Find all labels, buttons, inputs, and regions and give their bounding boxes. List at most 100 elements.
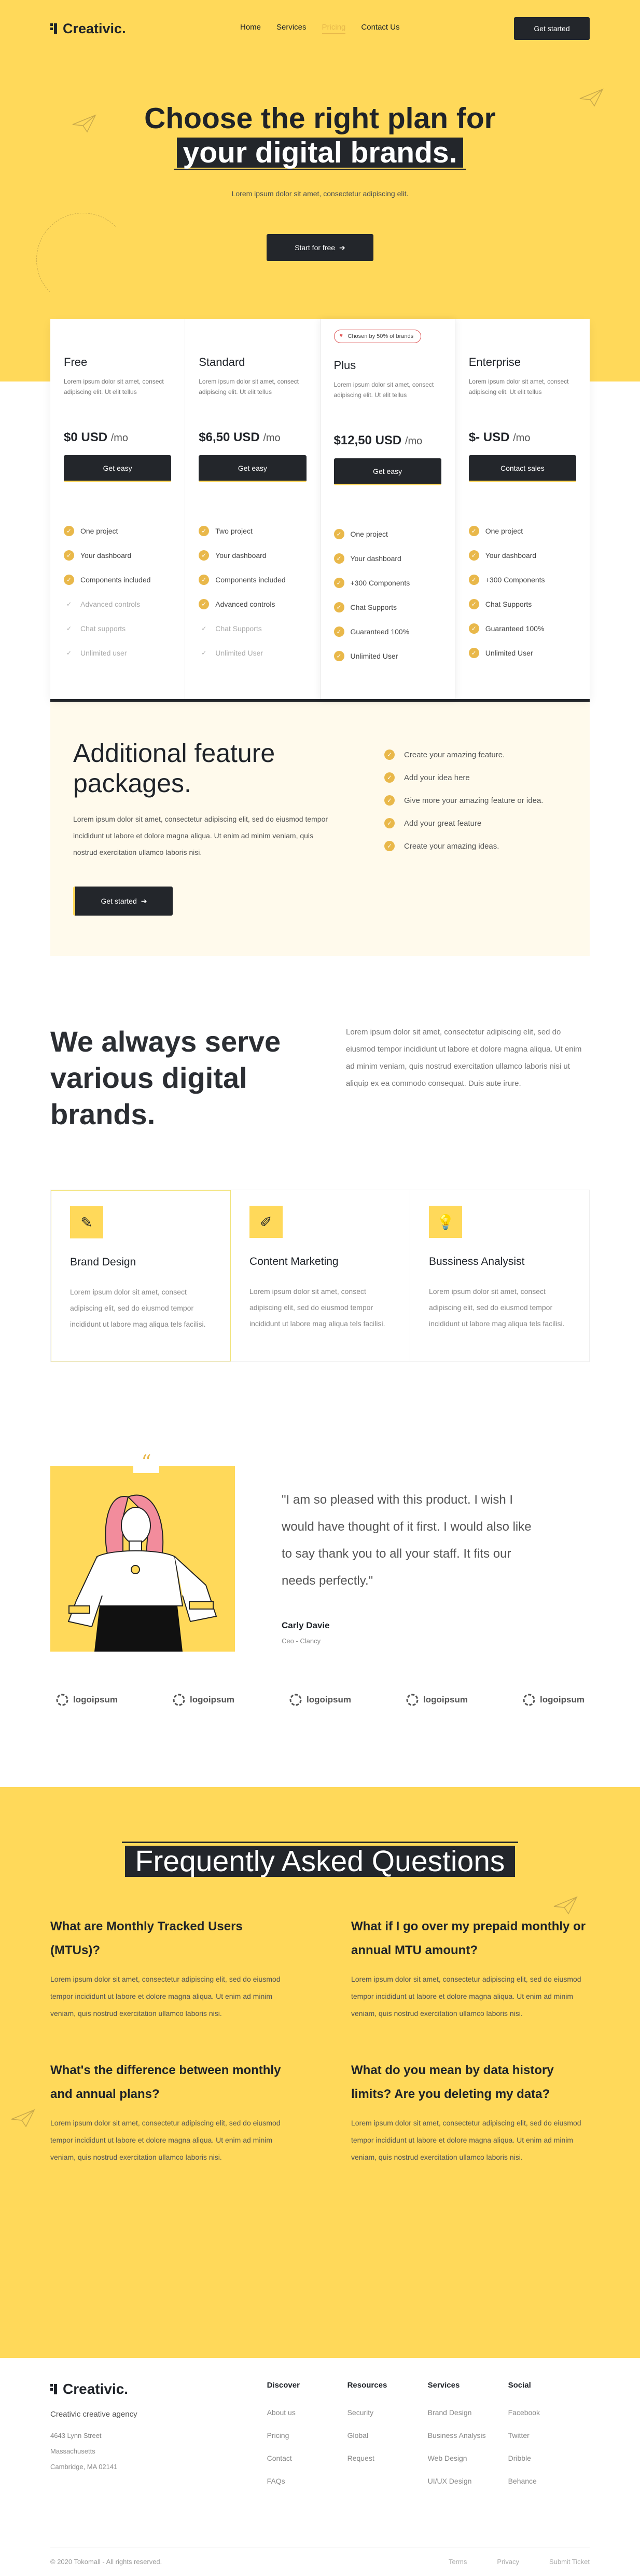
logoipsum-icon xyxy=(172,1693,186,1707)
logoipsum-icon xyxy=(55,1693,69,1707)
faq-question[interactable]: What's the difference between monthly an… xyxy=(50,2059,289,2106)
additional-feature-label: Add your idea here xyxy=(404,773,470,782)
plan-feature-label: Your dashboard xyxy=(350,554,401,563)
nav-item-pricing[interactable]: Pricing xyxy=(322,23,346,34)
plan-card: Free Lorem ipsum dolor sit amet, consect … xyxy=(50,319,186,699)
service-card[interactable]: 💡 Bussiness Analysist Lorem ipsum dolor si… xyxy=(410,1190,589,1361)
plan-cta-button[interactable]: Get easy xyxy=(199,455,307,482)
plan-price-period: /mo xyxy=(110,432,129,444)
check-icon: ✓ xyxy=(333,626,344,637)
paper-plane-icon xyxy=(72,114,96,133)
check-icon: ✓ xyxy=(468,574,479,585)
plan-feature: ✓ Two project xyxy=(199,519,306,543)
faq-question[interactable]: What do you mean by data history limits?… xyxy=(351,2059,590,2106)
plan-feature-label: Guaranteed 100% xyxy=(485,624,545,633)
logo-icon xyxy=(50,2384,60,2394)
dashed-circle-decoration xyxy=(36,213,130,306)
plan-cta-button[interactable]: Get easy xyxy=(64,455,172,482)
footer-link[interactable]: Pricing xyxy=(267,2424,347,2447)
hero-title-highlight: your digital brands. xyxy=(173,138,467,170)
footer-link[interactable]: Global xyxy=(347,2424,428,2447)
partner-logo: logoipsum xyxy=(406,1693,468,1707)
plan-feature: ✓ One project xyxy=(333,522,441,546)
plan-card: Chosen by 50% of brands Plus Lorem ipsum d… xyxy=(320,319,455,699)
faq-question[interactable]: What are Monthly Tracked Users (MTUs)? xyxy=(50,1915,289,1962)
check-icon: ✓ xyxy=(468,525,479,536)
check-icon: ✓ xyxy=(199,574,210,585)
footer-link[interactable]: Brand Design xyxy=(428,2401,508,2424)
plan-feature-list: ✓ One project ✓ Your dashboard ✓ Components i… xyxy=(64,519,171,665)
footer-link[interactable]: Business Analysis xyxy=(428,2424,508,2447)
plan-feature: ✓ Components included xyxy=(199,567,306,592)
paper-plane-icon xyxy=(579,88,604,107)
plan-feature: ✓ Chat supports xyxy=(64,616,171,640)
footer-link[interactable]: Request xyxy=(347,2447,428,2470)
additional-feature-label: Give more your amazing feature or idea. xyxy=(404,796,544,805)
plan-description: Lorem ipsum dolor sit amet, consect adip… xyxy=(468,378,569,396)
plan-feature-label: Guaranteed 100% xyxy=(350,627,410,636)
plan-feature: ✓ Your dashboard xyxy=(64,543,171,567)
terms-link[interactable]: Terms xyxy=(449,2558,467,2566)
footer-link[interactable]: Contact xyxy=(267,2447,347,2470)
nav-item-contact[interactable]: Contact Us xyxy=(361,23,399,34)
footer-link[interactable]: Security xyxy=(347,2401,428,2424)
plan-feature-label: Advanced controls xyxy=(215,599,275,608)
get-started-button[interactable]: Get started xyxy=(514,17,590,40)
plan-feature: ✓ Unlimited User xyxy=(199,640,306,665)
faq-answer: Lorem ipsum dolor sit amet, consectetur … xyxy=(351,1975,581,2018)
testimonial-section: “ "I am so pleased with this product. I … xyxy=(50,1451,590,1652)
plan-feature-label: Chat Supports xyxy=(350,603,397,611)
pen-tool-icon: ✎ xyxy=(70,1206,103,1238)
brand-logo[interactable]: Creativic. xyxy=(50,21,126,37)
nav-item-home[interactable]: Home xyxy=(240,23,261,34)
footer-link[interactable]: Facebook xyxy=(508,2401,589,2424)
plan-card: Enterprise Lorem ipsum dolor sit amet, co… xyxy=(455,319,590,699)
plan-cta-button[interactable]: Get easy xyxy=(333,458,441,485)
faq-question[interactable]: What if I go over my prepaid monthly or … xyxy=(351,1915,590,1962)
plan-feature: ✓ Unlimited User xyxy=(468,640,576,665)
additional-feature-label: Create your amazing feature. xyxy=(404,750,505,759)
footer-link[interactable]: Dribble xyxy=(508,2447,589,2470)
check-icon: ✓ xyxy=(333,577,344,588)
footer-link[interactable]: About us xyxy=(267,2401,347,2424)
additional-feature-item: ✓ Add your great feature xyxy=(384,812,543,835)
start-free-button[interactable]: Start for free ➔ xyxy=(267,234,373,261)
pricing-section: Free Lorem ipsum dolor sit amet, consect … xyxy=(0,319,640,702)
plan-feature: ✓ +300 Components xyxy=(468,567,576,592)
footer-column-title: Resources xyxy=(347,2381,387,2390)
footer-link[interactable]: Twitter xyxy=(508,2424,589,2447)
additional-get-started-button[interactable]: Get started ➔ xyxy=(73,887,173,916)
footer-column: Resources Security Global Request xyxy=(347,2381,428,2492)
service-title: Content Marketing xyxy=(249,1256,339,1267)
service-text: Lorem ipsum dolor sit amet, consect adip… xyxy=(70,1288,206,1328)
plan-price-amount: $- USD xyxy=(468,430,510,444)
check-icon: ✓ xyxy=(64,574,74,585)
footer-link[interactable]: Behance xyxy=(508,2470,589,2492)
footer-link[interactable]: FAQs xyxy=(267,2470,347,2492)
submit-ticket-link[interactable]: Submit Ticket xyxy=(549,2558,590,2566)
check-icon: ✓ xyxy=(66,624,72,632)
faq-answer: Lorem ipsum dolor sit amet, consectetur … xyxy=(50,1975,281,2018)
plan-feature: ✓ Guaranteed 100% xyxy=(333,619,441,644)
additional-feature-item: ✓ Create your amazing ideas. xyxy=(384,835,543,857)
footer-column-title: Services xyxy=(427,2381,460,2390)
plan-feature-label: Unlimited user xyxy=(80,648,127,657)
plan-feature: ✓ One project xyxy=(468,519,576,543)
service-card[interactable]: ✎ Brand Design Lorem ipsum dolor sit amet,… xyxy=(51,1190,231,1361)
plan-description: Lorem ipsum dolor sit amet, consect adip… xyxy=(333,381,434,399)
plan-cta-button[interactable]: Contact sales xyxy=(468,455,576,482)
plan-feature: ✓ Chat Supports xyxy=(199,616,306,640)
faq-title: Frequently Asked Questions xyxy=(0,1787,640,1878)
check-icon: ✓ xyxy=(199,525,210,536)
check-icon: ✓ xyxy=(64,525,74,536)
additional-feature-label: Create your amazing ideas. xyxy=(404,841,499,851)
service-card[interactable]: ✐ Content Marketing Lorem ipsum dolor sit … xyxy=(231,1190,410,1361)
nav-menu: Home Services Pricing Contact Us xyxy=(240,23,400,34)
footer-logo[interactable]: Creativic. xyxy=(50,2381,137,2397)
footer-link[interactable]: UI/UX Design xyxy=(428,2470,508,2492)
check-icon: ✓ xyxy=(384,749,395,760)
privacy-link[interactable]: Privacy xyxy=(497,2558,519,2566)
testimonial-role: Ceo - Clancy xyxy=(282,1637,321,1645)
footer-link[interactable]: Web Design xyxy=(428,2447,508,2470)
nav-item-services[interactable]: Services xyxy=(276,23,307,34)
